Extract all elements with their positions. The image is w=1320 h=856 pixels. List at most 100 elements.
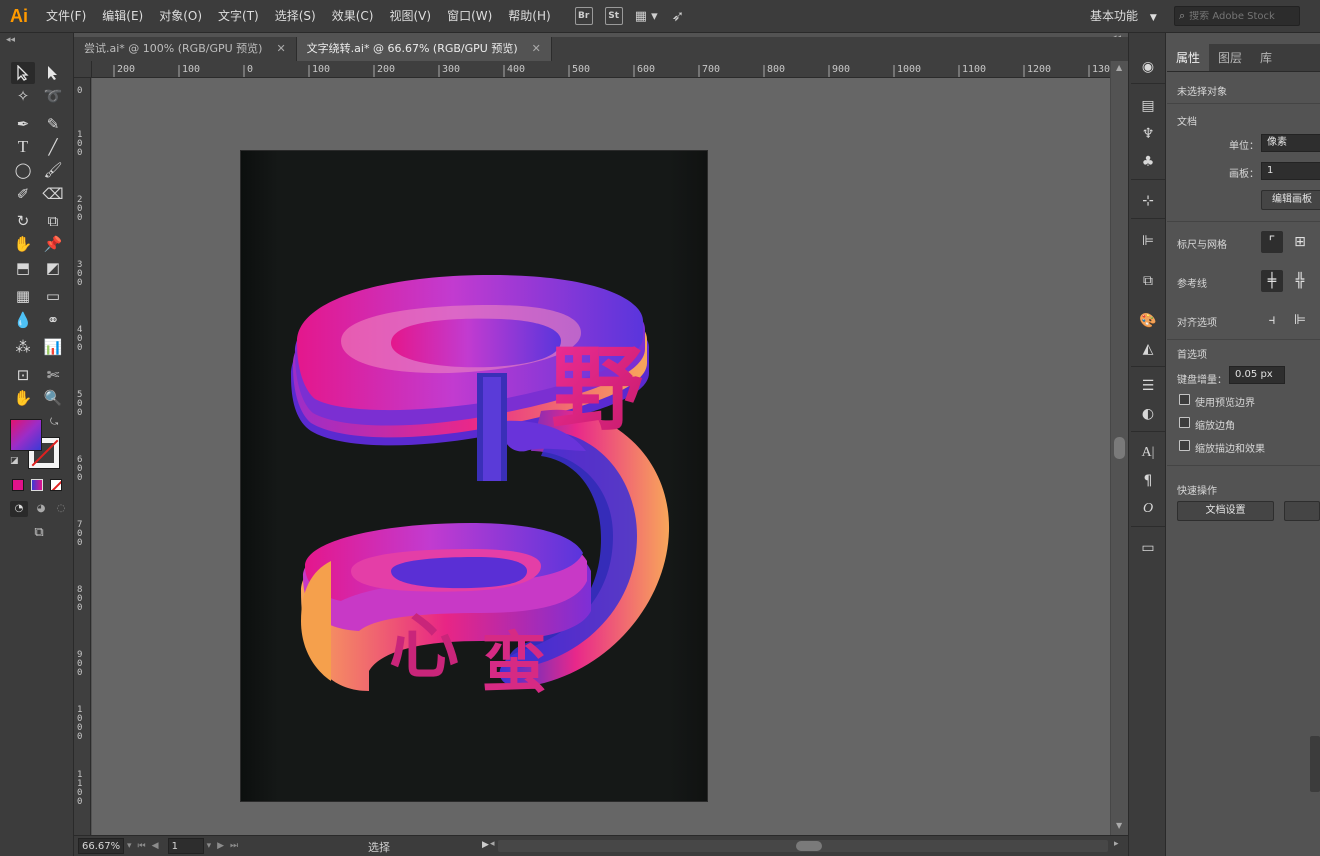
stock-search[interactable]: ⌕ bbox=[1174, 6, 1300, 26]
hand-tool-icon[interactable]: ✋ bbox=[11, 387, 35, 409]
type-tool-icon[interactable]: T bbox=[11, 136, 35, 158]
none-mode-button[interactable] bbox=[50, 479, 62, 491]
menu-effect[interactable]: 效果(C) bbox=[324, 0, 382, 33]
lock-guides-icon[interactable]: ╬ bbox=[1289, 270, 1311, 292]
fill-swatch-front[interactable] bbox=[10, 419, 42, 451]
prev-artboard-icon[interactable]: ◀ bbox=[152, 841, 159, 851]
brushes-panel-icon[interactable]: ♆ bbox=[1136, 123, 1160, 145]
scale-tool-icon[interactable]: ⧉ bbox=[41, 210, 65, 232]
menu-object[interactable]: 对象(O) bbox=[151, 0, 210, 33]
eyedropper-tool-icon[interactable]: 💧 bbox=[11, 309, 35, 331]
units-select[interactable]: 像素 bbox=[1261, 134, 1320, 152]
horizontal-ruler[interactable]: 200 100 0 100 200 300 400 500 600 700 80… bbox=[92, 61, 1110, 78]
canvas[interactable]: 野 心 蛮 bbox=[92, 78, 1110, 835]
first-artboard-icon[interactable]: ⏮ bbox=[138, 841, 146, 851]
tab-text-wrap[interactable]: 文字绕转.ai* @ 66.67% (RGB/GPU 预览) ✕ bbox=[296, 37, 552, 61]
appearance-panel-icon[interactable]: 🎨 bbox=[1136, 310, 1160, 332]
vertical-scrollbar[interactable]: ▲ ▼ bbox=[1110, 61, 1128, 835]
mesh-tool-icon[interactable]: ▦ bbox=[11, 285, 35, 307]
column-graph-tool-icon[interactable]: 📊 bbox=[41, 336, 65, 358]
ellipse-tool-icon[interactable]: ◯ bbox=[11, 159, 35, 181]
graphic-styles-panel-icon[interactable]: ◭ bbox=[1136, 338, 1160, 360]
scrollbar-thumb[interactable] bbox=[796, 841, 822, 851]
document-setup-button[interactable]: 文档设置 bbox=[1177, 501, 1274, 521]
line-segment-tool-icon[interactable]: ╱ bbox=[41, 136, 65, 158]
tab-libraries[interactable]: 库 bbox=[1251, 44, 1281, 71]
menu-file[interactable]: 文件(F) bbox=[38, 0, 94, 33]
stroke-panel-icon[interactable]: ☰ bbox=[1136, 375, 1160, 397]
artboard-tool-icon[interactable]: ⊡ bbox=[11, 364, 35, 386]
panel-grip-icon[interactable] bbox=[1310, 736, 1320, 792]
menu-select[interactable]: 选择(S) bbox=[267, 0, 324, 33]
vertical-ruler[interactable]: 0 100 200 300 400 500 600 700 800 900 10… bbox=[74, 78, 91, 835]
magic-wand-tool-icon[interactable]: ✧ bbox=[11, 85, 35, 107]
scroll-left-icon[interactable]: ◂ bbox=[490, 839, 495, 849]
ruler-origin[interactable] bbox=[74, 61, 92, 78]
scale-strokes-checkbox[interactable] bbox=[1179, 440, 1190, 451]
swatches-panel-icon[interactable]: ▤ bbox=[1136, 95, 1160, 117]
paragraph-panel-icon[interactable]: ¶ bbox=[1136, 470, 1160, 492]
menu-help[interactable]: 帮助(H) bbox=[500, 0, 558, 33]
menu-window[interactable]: 窗口(W) bbox=[439, 0, 500, 33]
draw-behind-icon[interactable]: ◕ bbox=[32, 501, 50, 517]
slice-tool-icon[interactable]: ✄ bbox=[41, 364, 65, 386]
show-grid-icon[interactable]: ⊞ bbox=[1289, 231, 1311, 253]
status-menu-icon[interactable]: ▶ bbox=[482, 840, 489, 850]
tab-layers[interactable]: 图层 bbox=[1209, 44, 1251, 71]
draw-normal-icon[interactable]: ◔ bbox=[10, 501, 28, 517]
keyboard-increment-field[interactable]: 0.05 px bbox=[1229, 366, 1285, 384]
chevron-down-icon[interactable]: ▾ bbox=[127, 841, 132, 851]
shaper-tool-icon[interactable]: ✐ bbox=[11, 183, 35, 205]
perspective-grid-tool-icon[interactable]: ◩ bbox=[41, 257, 65, 279]
gradient-tool-icon[interactable]: ▭ bbox=[41, 285, 65, 307]
curvature-tool-icon[interactable]: ✎ bbox=[41, 113, 65, 135]
lasso-tool-icon[interactable]: ➰ bbox=[41, 85, 65, 107]
edit-artboards-button[interactable]: 编辑画板 bbox=[1261, 190, 1320, 210]
warp-tool-icon[interactable]: ✋ bbox=[11, 233, 35, 255]
last-artboard-icon[interactable]: ⏭ bbox=[230, 841, 238, 851]
scale-corners-checkbox[interactable] bbox=[1179, 417, 1190, 428]
align-panel-icon[interactable]: ⊫ bbox=[1136, 230, 1160, 252]
artboard-navigator[interactable] bbox=[167, 838, 204, 854]
zoom-tool-icon[interactable]: 🔍 bbox=[41, 387, 65, 409]
arrange-documents-icon[interactable]: ▦ ▾ bbox=[635, 9, 658, 24]
selection-tool-icon[interactable] bbox=[11, 62, 35, 84]
eraser-tool-icon[interactable]: ⌫ bbox=[41, 183, 65, 205]
bridge-button[interactable]: Br bbox=[574, 7, 593, 25]
preview-bounds-checkbox[interactable] bbox=[1179, 394, 1190, 405]
tab-try[interactable]: 尝试.ai* @ 100% (RGB/GPU 预览) ✕ bbox=[74, 37, 297, 61]
scroll-right-icon[interactable]: ▸ bbox=[1114, 839, 1119, 849]
menu-edit[interactable]: 编辑(E) bbox=[94, 0, 151, 33]
show-rulers-icon[interactable]: ⌜ bbox=[1261, 231, 1283, 253]
color-panel-icon[interactable]: ◉ bbox=[1136, 56, 1160, 78]
close-icon[interactable]: ✕ bbox=[532, 37, 541, 61]
direct-selection-tool-icon[interactable] bbox=[41, 62, 65, 84]
draw-inside-icon[interactable]: ◌ bbox=[52, 501, 70, 517]
scroll-up-icon[interactable]: ▲ bbox=[1116, 63, 1122, 72]
symbols-panel-icon[interactable]: ♣ bbox=[1136, 151, 1160, 173]
blend-tool-icon[interactable]: ⚭ bbox=[41, 309, 65, 331]
zoom-field[interactable] bbox=[78, 838, 124, 854]
pen-tool-icon[interactable]: ✒ bbox=[11, 113, 35, 135]
collapse-panel-icon[interactable]: ◂◂ bbox=[6, 35, 15, 45]
color-mode-button[interactable] bbox=[12, 479, 24, 491]
workspace-switcher[interactable]: 基本功能 ▼ bbox=[1082, 6, 1165, 26]
show-guides-icon[interactable]: ╪ bbox=[1261, 270, 1283, 292]
scroll-down-icon[interactable]: ▼ bbox=[1116, 821, 1122, 830]
transparency-panel-icon[interactable]: ◐ bbox=[1136, 403, 1160, 425]
puppet-warp-tool-icon[interactable]: 📌 bbox=[41, 233, 65, 255]
status-mode[interactable]: 选择 bbox=[368, 839, 390, 855]
character-panel-icon[interactable]: A| bbox=[1136, 442, 1160, 464]
rotate-tool-icon[interactable]: ↻ bbox=[11, 210, 35, 232]
artboard-select[interactable]: 1 bbox=[1261, 162, 1320, 180]
gpu-performance-icon[interactable]: ➶ bbox=[672, 7, 685, 25]
symbol-sprayer-tool-icon[interactable]: ⁂ bbox=[11, 336, 35, 358]
stock-search-input[interactable] bbox=[1189, 10, 1290, 22]
stock-button[interactable]: St bbox=[604, 7, 623, 25]
snap-to-point-icon[interactable]: ⫞ bbox=[1261, 309, 1283, 331]
gradient-mode-button[interactable] bbox=[31, 479, 43, 491]
menu-type[interactable]: 文字(T) bbox=[210, 0, 267, 33]
tab-properties[interactable]: 属性 bbox=[1167, 44, 1210, 71]
paintbrush-tool-icon[interactable]: 🖌 bbox=[41, 159, 65, 181]
screen-mode-icon[interactable]: ⧉ bbox=[28, 525, 50, 541]
